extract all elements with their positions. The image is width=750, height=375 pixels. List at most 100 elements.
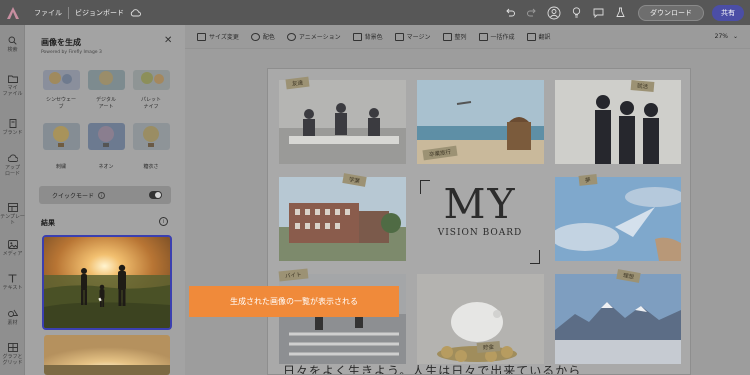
translate-icon <box>526 32 536 41</box>
toolbar-background-color[interactable]: 背景色 <box>352 32 383 41</box>
style-label: ネオン <box>98 164 114 170</box>
rail-item-upload[interactable]: アップ ロード <box>0 154 25 177</box>
results-heading: 結果 <box>41 219 55 227</box>
template-icon <box>7 203 18 212</box>
canvas-toolbar: サイズ変更 配色 アニメーション 背景色 マージン 整列 一括作成 翻訳 27%… <box>185 25 750 49</box>
callout-annotation: 生成された画像の一覧が表示される <box>189 286 399 317</box>
result-image-selected[interactable] <box>42 235 172 330</box>
lightbulb-icon[interactable] <box>568 5 584 21</box>
toolbar-label: 配色 <box>262 34 275 41</box>
rail-item-brand[interactable]: ブランド <box>0 119 25 136</box>
toolbar-label: マージン <box>406 34 431 41</box>
tag-savings[interactable]: 貯金 <box>476 341 501 353</box>
style-thumb-digital-art[interactable] <box>88 70 125 90</box>
brand-icon <box>8 119 18 128</box>
toolbar-color[interactable]: 配色 <box>250 32 275 41</box>
top-bar-actions: ダウンロード 共有 <box>502 0 750 25</box>
margin-icon <box>394 32 404 41</box>
elements-icon <box>7 309 18 318</box>
toolbar-align[interactable]: 整列 <box>442 32 467 41</box>
style-thumb-embroidery[interactable] <box>43 123 80 150</box>
info-icon[interactable]: i <box>159 217 168 226</box>
tag-dream[interactable]: 夢 <box>578 174 597 186</box>
style-label: パレット ナイフ <box>140 97 161 110</box>
photo-ideal[interactable] <box>555 274 681 364</box>
corner-bracket <box>530 250 540 264</box>
style-label: 糖衣さ <box>143 164 159 170</box>
vision-board-subtitle: VISION BOARD <box>437 228 523 238</box>
tag-job-hunting[interactable]: 就活 <box>630 80 655 92</box>
vision-board-canvas[interactable]: MY VISION BOARD 友達 就活 卒業旅行 学業 夢 バイト 貯金 理… <box>267 68 691 375</box>
style-label: 刺繍 <box>55 164 66 170</box>
zoom-level[interactable]: 27% <box>715 33 728 40</box>
rail-item-template[interactable]: テンプレート <box>0 203 25 226</box>
corner-bracket <box>420 180 430 194</box>
photo-dream[interactable] <box>555 177 681 261</box>
toolbar-bulk-create[interactable]: 一括作成 <box>478 32 515 41</box>
photo-studies[interactable] <box>279 177 406 261</box>
style-thumb-palette-knife[interactable] <box>133 70 170 90</box>
align-icon <box>442 32 452 41</box>
palette-icon <box>250 32 260 41</box>
chevron-down-icon[interactable]: ⌄ <box>733 33 738 40</box>
panel-subtitle: Powered by Firefly Image 3 <box>41 50 102 55</box>
rail-label: グラフと グリッド <box>2 354 23 366</box>
rail-item-text[interactable]: テキスト <box>0 274 25 291</box>
info-icon[interactable]: i <box>98 191 106 199</box>
rail-item-elements[interactable]: 素材 <box>0 309 25 326</box>
file-menu[interactable]: ファイル <box>34 8 62 18</box>
style-thumb-neon[interactable] <box>88 123 125 150</box>
style-label: デジタル アート <box>96 97 116 110</box>
toolbar-resize[interactable]: サイズ変更 <box>197 32 239 41</box>
share-button[interactable]: 共有 <box>712 4 744 21</box>
adobe-express-logo-icon[interactable] <box>6 6 20 20</box>
rail-item-media[interactable]: メディア <box>0 240 25 257</box>
quick-mode-row: クイックモード i <box>39 186 171 204</box>
search-icon <box>8 36 18 45</box>
photo-friends[interactable] <box>279 80 406 164</box>
toolbar-margin[interactable]: マージン <box>394 32 431 41</box>
panel-title: 画像を生成 <box>41 38 81 47</box>
flask-icon[interactable] <box>612 5 628 21</box>
rail-item-my-files[interactable]: マイ ファイル <box>0 74 25 97</box>
toolbar-translate[interactable]: 翻訳 <box>526 32 551 41</box>
photo-job-hunting[interactable] <box>555 80 681 164</box>
background-icon <box>352 32 362 41</box>
close-icon[interactable]: ✕ <box>164 35 172 46</box>
style-thumb-sugar[interactable] <box>133 123 170 150</box>
user-icon[interactable] <box>546 5 562 21</box>
redo-icon[interactable] <box>524 5 540 21</box>
style-label: シンセウェー ブ <box>45 97 76 110</box>
comment-icon[interactable] <box>590 5 606 21</box>
top-bar: ファイル ビジョンボード ダウンロード 共有 <box>0 0 750 25</box>
cloud-icon[interactable] <box>130 8 141 17</box>
quick-mode-toggle[interactable] <box>149 191 162 199</box>
rail-label: アップ ロード <box>4 165 20 177</box>
upload-icon <box>7 154 18 163</box>
undo-icon[interactable] <box>502 5 518 21</box>
app-window: ファイル ビジョンボード ダウンロード 共有 検索 マイ ファイル ブランド ア… <box>0 0 750 375</box>
rail-item-grid[interactable]: グラフと グリッド <box>0 343 25 366</box>
media-icon <box>7 240 18 249</box>
resize-icon <box>197 32 206 41</box>
rail-label: ブランド <box>2 130 23 136</box>
rail-label: テンプレート <box>0 214 25 226</box>
toolbar-label: 背景色 <box>364 34 383 41</box>
document-title[interactable]: ビジョンボード <box>75 8 124 18</box>
toolbar-label: サイズ変更 <box>209 34 239 41</box>
rail-item-search[interactable]: 検索 <box>0 36 25 53</box>
folder-icon <box>7 74 18 83</box>
style-thumb-synthwave[interactable] <box>43 70 80 90</box>
grid-icon <box>7 343 18 352</box>
vision-board-quote[interactable]: 日々をよく生きよう。人生は日々で出来ているから <box>283 362 581 374</box>
toolbar-animation[interactable]: アニメーション <box>286 32 341 41</box>
text-icon <box>8 274 18 283</box>
left-rail: 検索 マイ ファイル ブランド アップ ロード テンプレート メディア テキスト… <box>0 25 25 375</box>
result-image[interactable] <box>44 335 170 375</box>
animation-icon <box>286 32 296 41</box>
download-button[interactable]: ダウンロード <box>638 4 704 21</box>
quick-mode-label: クイックモード <box>52 192 95 200</box>
vision-board-title-block[interactable]: MY VISION BOARD <box>420 180 540 264</box>
rail-label: テキスト <box>2 285 23 291</box>
divider <box>68 6 69 19</box>
